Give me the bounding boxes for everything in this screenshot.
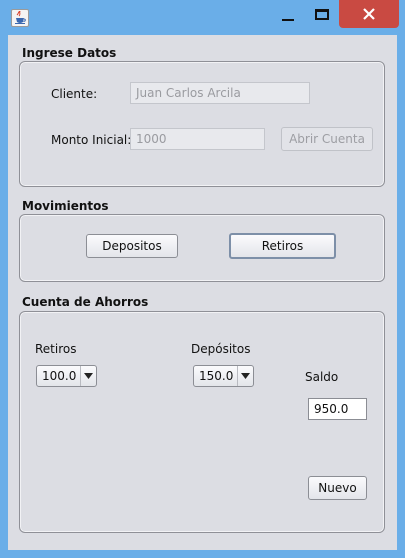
ingrese-datos-title: Ingrese Datos	[22, 46, 117, 60]
depositos-select[interactable]: 150.0	[193, 365, 254, 387]
cliente-label: Cliente:	[51, 87, 98, 101]
saldo-label: Saldo	[305, 370, 339, 384]
maximize-icon	[315, 9, 329, 20]
title-bar[interactable]	[0, 0, 405, 35]
java-app-icon[interactable]	[11, 9, 29, 27]
saldo-field[interactable]: 950.0	[308, 398, 367, 420]
nuevo-button[interactable]: Nuevo	[308, 476, 367, 500]
abrir-cuenta-button[interactable]: Abrir Cuenta	[281, 127, 373, 151]
close-button[interactable]	[339, 0, 399, 28]
dropdown-arrow-icon[interactable]	[237, 366, 253, 386]
cliente-field[interactable]: Juan Carlos Arcila	[130, 82, 310, 104]
retiros-label: Retiros	[35, 342, 77, 356]
dropdown-arrow-icon[interactable]	[80, 366, 96, 386]
app-window: Ingrese Datos Cliente: Juan Carlos Arcil…	[0, 0, 405, 558]
depositos-label: Depósitos	[191, 342, 251, 356]
movimientos-title: Movimientos	[22, 199, 109, 213]
depositos-button[interactable]: Depositos	[86, 234, 178, 258]
monto-inicial-label: Monto Inicial:	[51, 133, 132, 147]
retiros-select[interactable]: 100.0	[36, 365, 97, 387]
cuenta-ahorros-title: Cuenta de Ahorros	[22, 295, 149, 309]
retiros-button[interactable]: Retiros	[229, 233, 336, 259]
close-icon	[363, 8, 375, 20]
retiros-select-value: 100.0	[42, 369, 77, 383]
depositos-select-value: 150.0	[199, 369, 234, 383]
content-panel: Ingrese Datos Cliente: Juan Carlos Arcil…	[8, 35, 397, 550]
minimize-button[interactable]	[270, 0, 306, 29]
monto-inicial-field[interactable]: 1000	[130, 128, 265, 150]
maximize-button[interactable]	[304, 0, 340, 29]
ingrese-datos-panel	[19, 61, 385, 187]
minimize-icon	[282, 18, 294, 21]
